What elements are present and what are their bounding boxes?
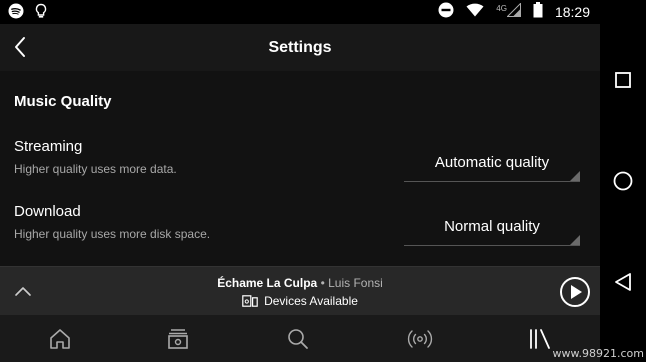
play-button[interactable] (560, 277, 590, 307)
streaming-subtitle: Higher quality uses more data. (14, 162, 177, 176)
nav-search[interactable] (278, 325, 318, 353)
battery-icon (533, 1, 543, 23)
search-icon (288, 329, 308, 349)
lightbulb-icon (34, 3, 48, 24)
system-back-button[interactable] (611, 270, 635, 294)
streaming-quality-dropdown[interactable]: Automatic quality (404, 144, 580, 182)
library-icon (530, 329, 550, 349)
devices-icon (242, 295, 258, 307)
page-title: Settings (268, 39, 332, 56)
bottom-navigation (0, 315, 600, 362)
status-bar: 4G 18:29 (0, 0, 600, 24)
section-title-music-quality: Music Quality (14, 93, 112, 110)
wifi-icon (466, 3, 484, 22)
settings-header: Settings (0, 24, 600, 71)
recents-icon (615, 72, 631, 88)
now-playing-track-info[interactable]: Échame La Culpa • Luis Fonsi (0, 276, 600, 290)
play-icon (571, 285, 582, 299)
dropdown-corner-icon (570, 171, 580, 181)
streaming-title: Streaming (14, 138, 83, 155)
system-navigation-bar (600, 0, 646, 362)
dropdown-corner-icon (570, 235, 580, 245)
download-title: Download (14, 203, 81, 220)
browse-icon (168, 329, 188, 349)
nav-radio[interactable] (400, 325, 440, 353)
app-screen: 4G 18:29 Settings Music Quality Streamin… (0, 0, 600, 362)
download-subtitle: Higher quality uses more disk space. (14, 227, 211, 241)
radio-icon (407, 330, 433, 348)
song-title: Échame La Culpa (217, 276, 318, 290)
watermark: www.98921.com (552, 347, 644, 360)
recents-button[interactable] (611, 68, 635, 92)
now-playing-bar[interactable]: Échame La Culpa • Luis Fonsi Devices Ava… (0, 266, 600, 315)
devices-available-button[interactable]: Devices Available (0, 294, 600, 308)
network-type-label: 4G (496, 3, 507, 13)
cell-signal-icon (506, 1, 521, 22)
download-quality-dropdown[interactable]: Normal quality (404, 208, 580, 246)
back-triangle-icon (615, 273, 631, 291)
devices-available-label: Devices Available (264, 294, 358, 308)
download-quality-value: Normal quality (444, 218, 540, 235)
home-circle-icon (613, 171, 633, 191)
streaming-quality-value: Automatic quality (434, 154, 550, 171)
spotify-icon (8, 3, 24, 24)
clock: 18:29 (554, 4, 590, 20)
nav-browse[interactable] (158, 325, 198, 353)
nav-home[interactable] (40, 325, 80, 353)
system-home-button[interactable] (611, 169, 635, 193)
artist-name: Luis Fonsi (328, 276, 383, 290)
do-not-disturb-icon (438, 2, 454, 23)
home-icon (50, 329, 70, 349)
track-separator: • (320, 276, 325, 290)
